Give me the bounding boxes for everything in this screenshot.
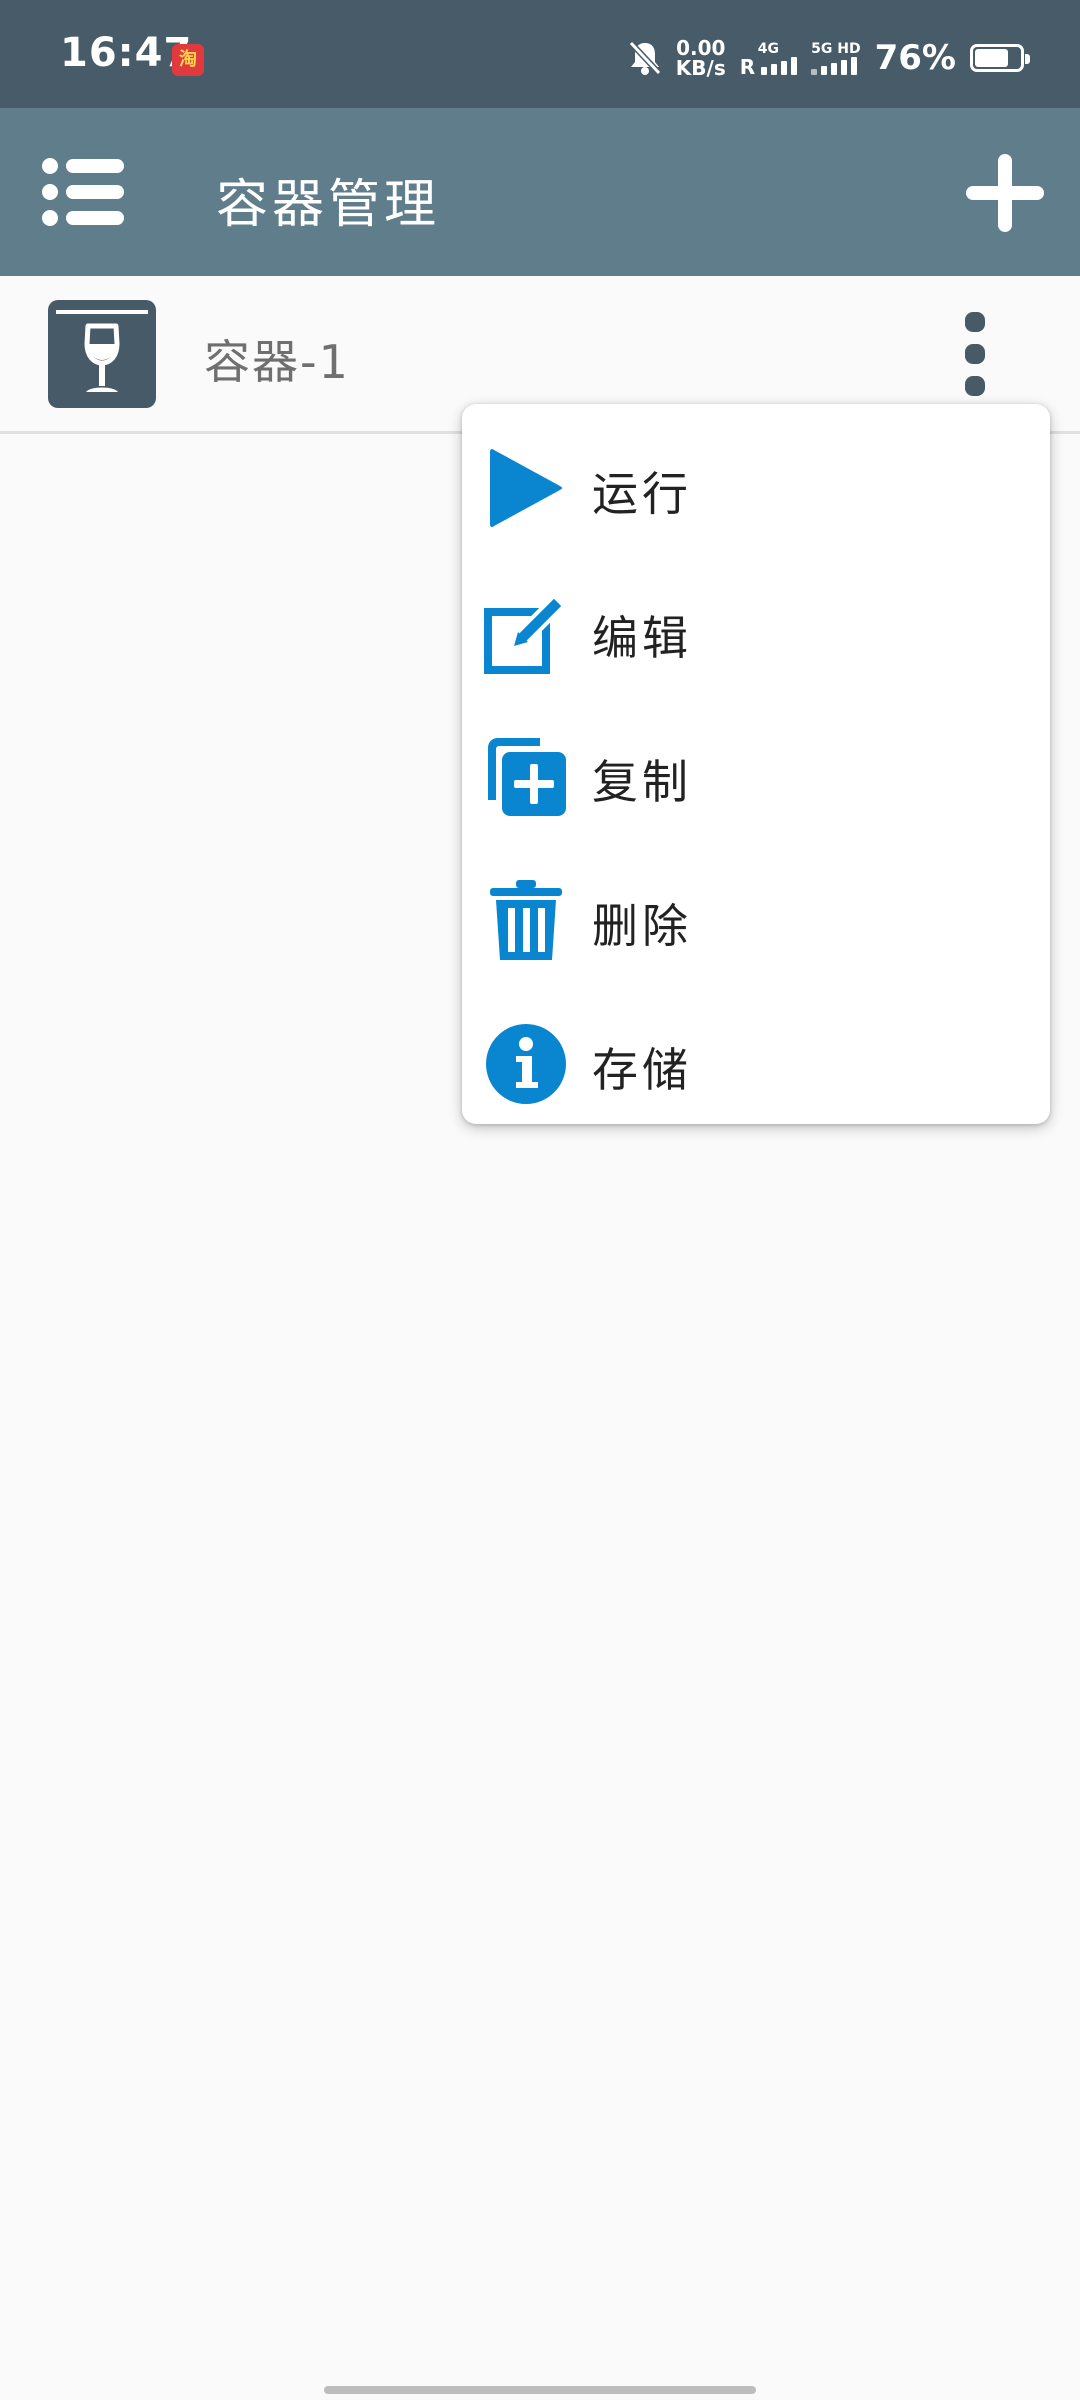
wine-glass-icon: [56, 310, 148, 392]
net-speed: 0.00 KB/s: [676, 38, 726, 78]
menu-item-copy[interactable]: 复制: [462, 702, 1050, 846]
menu-item-label: 运行: [592, 467, 692, 521]
signal-icon: [761, 57, 798, 75]
battery-fill: [975, 49, 1009, 67]
sim1-label: 4G: [757, 41, 779, 57]
page-title: 容器管理: [216, 175, 441, 235]
menu-item-run[interactable]: 运行: [462, 414, 1050, 558]
menu-item-delete[interactable]: 删除: [462, 846, 1050, 990]
menu-list-icon: [42, 158, 124, 226]
sim1-signal: 4G R: [739, 41, 798, 79]
signal-icon: [811, 57, 858, 75]
status-indicators: 0.00 KB/s 4G R 5G HD 76%: [628, 36, 1030, 80]
menu-item-label: 复制: [592, 755, 692, 809]
play-icon: [490, 448, 563, 528]
add-container-button[interactable]: [960, 148, 1050, 238]
net-speed-value: 0.00: [676, 36, 726, 60]
duplicate-icon: [488, 738, 566, 816]
sim2-signal: 5G HD: [811, 41, 861, 75]
edit-icon: [484, 594, 566, 674]
add-icon: [966, 154, 1044, 232]
battery-percent: 76%: [874, 38, 956, 78]
container-avatar: [48, 300, 156, 408]
more-vertical-icon: [965, 312, 985, 396]
sim2-label: 5G HD: [811, 41, 861, 57]
status-bar: 16:47 淘 0.00 KB/s 4G R 5G HD 76%: [0, 0, 1080, 108]
app-bar: 容器管理: [0, 108, 1080, 276]
trash-icon: [490, 880, 562, 960]
menu-item-label: 编辑: [592, 611, 692, 665]
taobao-app-icon: 淘: [172, 44, 204, 76]
menu-button[interactable]: [40, 152, 126, 232]
menu-item-storage[interactable]: 存储: [462, 990, 1050, 1134]
sim1-roaming: R: [739, 55, 756, 79]
context-menu: 运行 编辑 复制 删除 存储: [462, 404, 1050, 1124]
more-options-button[interactable]: [948, 304, 1002, 404]
gesture-navigation-bar[interactable]: [324, 2386, 756, 2394]
battery-icon: [970, 44, 1030, 72]
bell-muted-icon: [628, 40, 661, 76]
container-name: 容器-1: [204, 335, 350, 389]
menu-item-label: 删除: [592, 899, 692, 953]
info-icon: [486, 1024, 566, 1104]
net-speed-unit: KB/s: [675, 56, 726, 80]
menu-item-edit[interactable]: 编辑: [462, 558, 1050, 702]
menu-item-label: 存储: [592, 1043, 692, 1097]
